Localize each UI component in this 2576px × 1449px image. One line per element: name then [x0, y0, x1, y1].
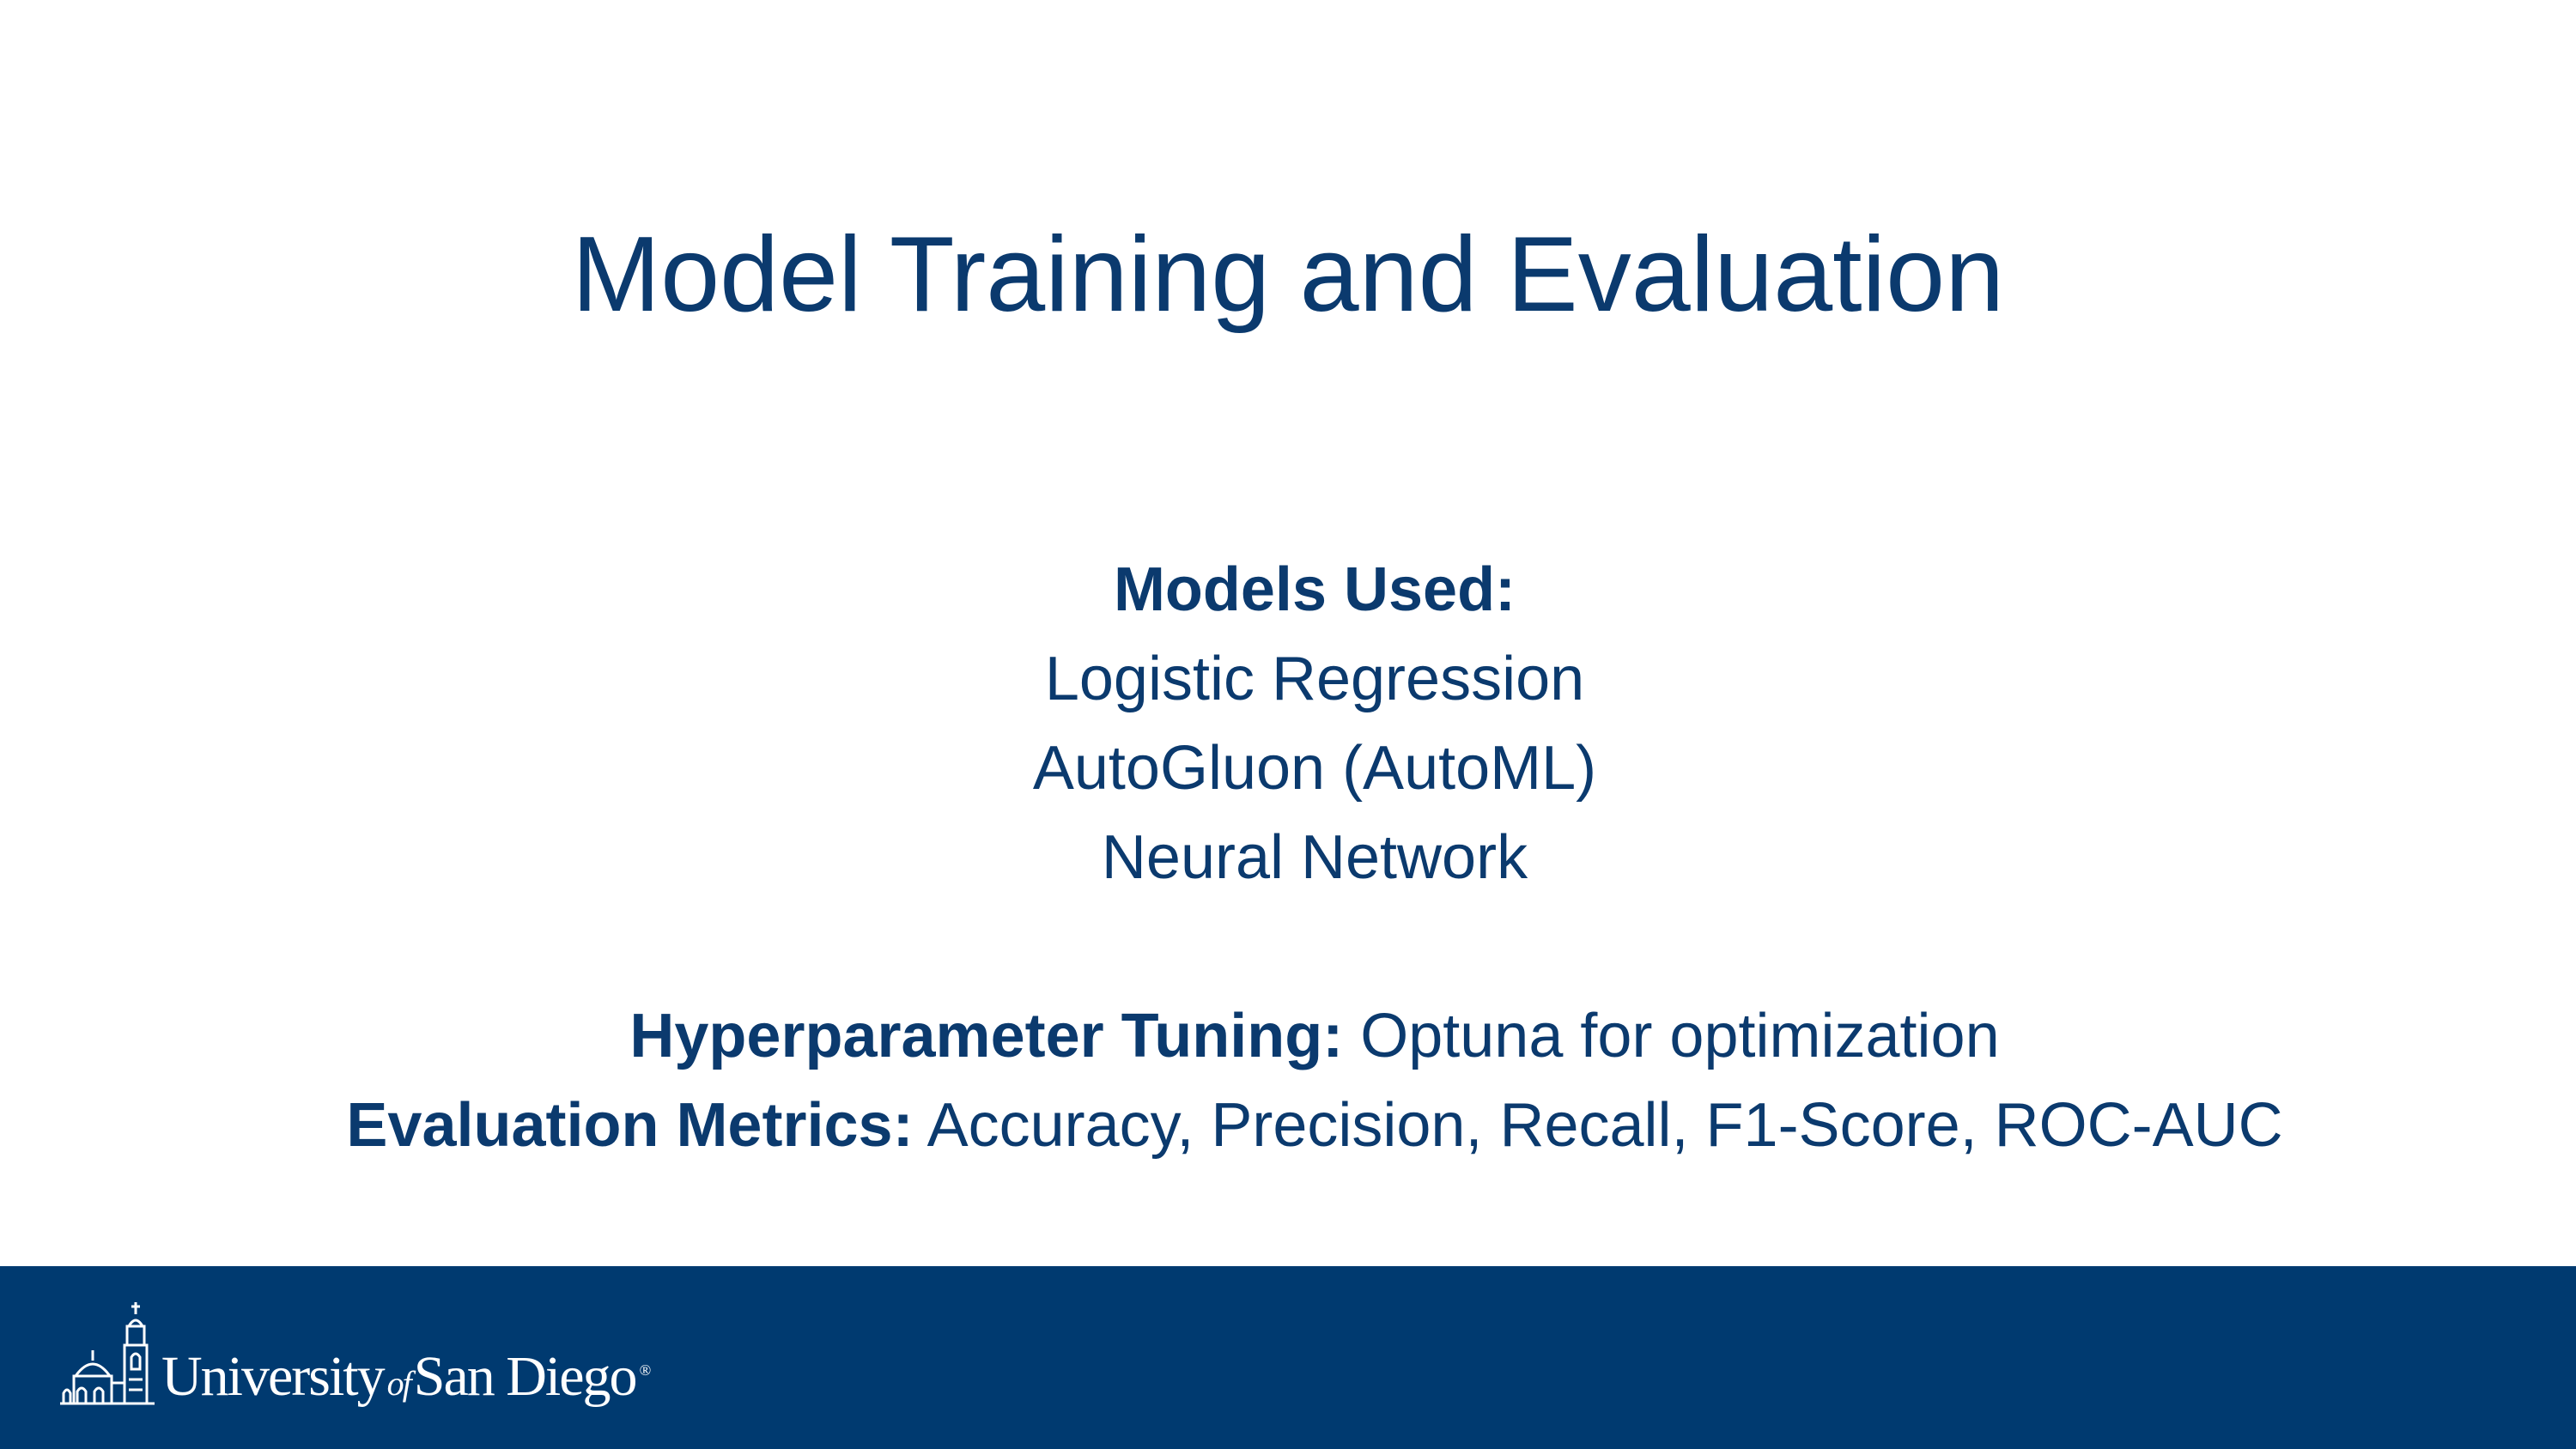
model-item: AutoGluon (AutoML)	[1032, 734, 1597, 803]
registered-mark: ®	[639, 1361, 652, 1379]
wordmark-of: of	[386, 1364, 412, 1403]
wordmark-san-diego: San Diego	[413, 1345, 638, 1408]
slide-body: Models Used: Logistic Regression AutoGlu…	[0, 545, 2576, 1170]
university-logo: University ofSan Diego ®	[60, 1300, 652, 1421]
model-item: Logistic Regression	[1044, 645, 1585, 713]
models-heading: Models Used:	[1113, 555, 1516, 624]
metrics-value: Accuracy, Precision, Recall, F1-Score, R…	[913, 1091, 2283, 1160]
wordmark-university: University	[161, 1345, 386, 1408]
metrics-label: Evaluation Metrics:	[346, 1091, 914, 1160]
model-item: Neural Network	[1101, 823, 1528, 892]
tuning-line: Hyperparameter Tuning: Optuna for optimi…	[0, 991, 2576, 1081]
tuning-value: Optuna for optimization	[1343, 1002, 2000, 1070]
metrics-line: Evaluation Metrics: Accuracy, Precision,…	[0, 1081, 2576, 1170]
tuning-label: Hyperparameter Tuning:	[629, 1002, 1344, 1070]
footer-bar: University ofSan Diego ®	[0, 1266, 2576, 1449]
mission-building-icon	[60, 1302, 155, 1405]
university-wordmark: University ofSan Diego ®	[161, 1344, 652, 1410]
slide-title: Model Training and Evaluation	[571, 215, 2005, 334]
